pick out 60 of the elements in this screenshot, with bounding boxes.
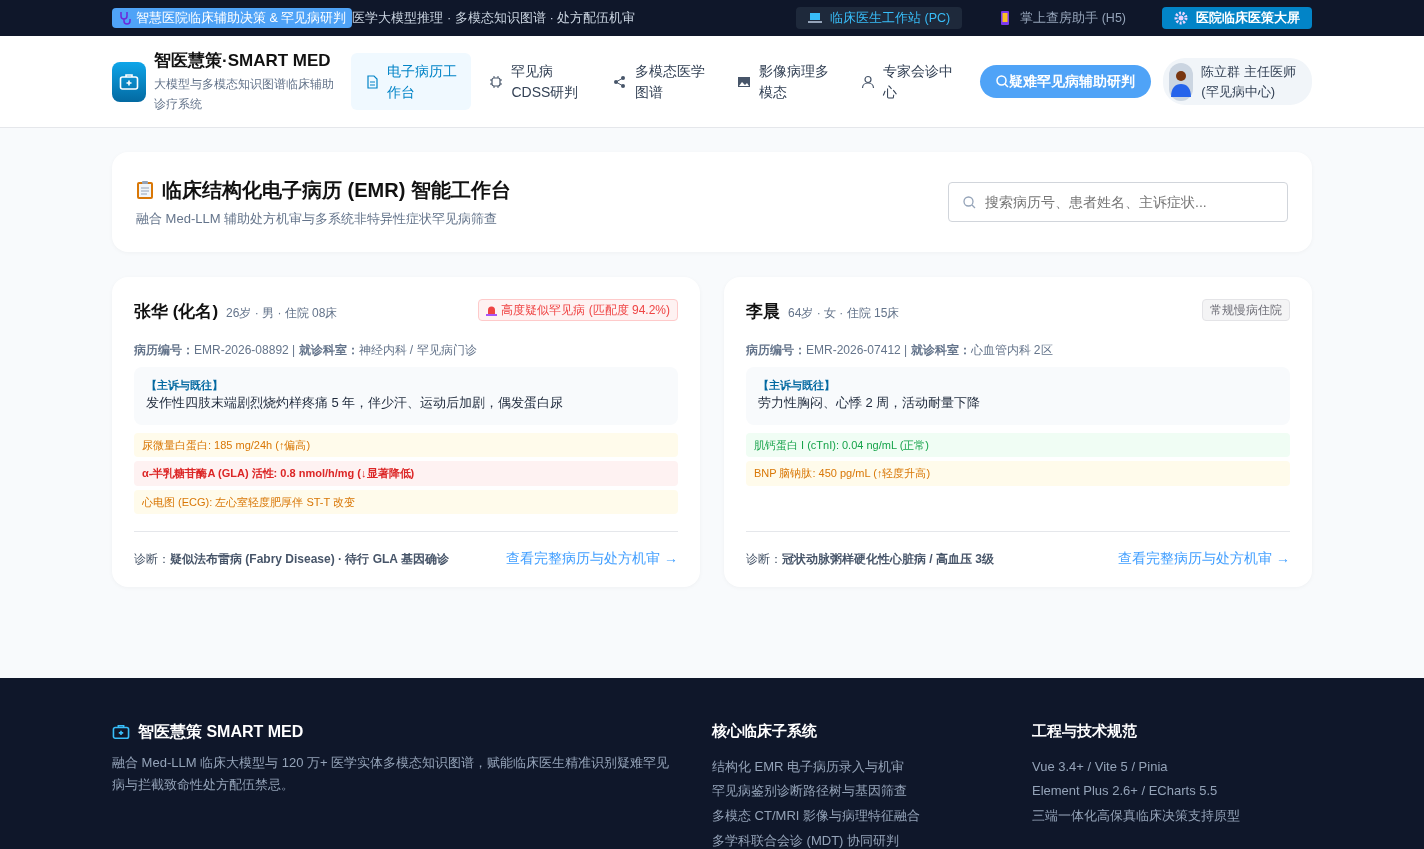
search-field[interactable]: 搜索病历号、患者姓名、主诉症状... xyxy=(948,182,1288,222)
footer-description: 融合 Med-LLM 临床大模型与 120 万+ 医学实体多模态知识图谱，赋能临床医生精准识别疑难罕见病与拦截致命性处方配伍禁忌。 xyxy=(112,754,671,795)
alarm-light-icon xyxy=(486,304,498,316)
user-profile[interactable]: 陈立群 主任医师 (罕见病中心) xyxy=(1163,58,1312,105)
lab-result: BNP 脑钠肽: 450 pg/mL (↑轻度升高) xyxy=(746,461,1290,486)
footer-heading: 核心临床子系统 xyxy=(712,721,818,741)
footer-item: 多模态 CT/MRI 影像与病理特征融合 xyxy=(712,808,921,826)
user-icon xyxy=(861,74,876,89)
platform-link[interactable]: 临床医生工作站 (PC) xyxy=(796,6,963,30)
patient-info: 26岁 · 男 · 住院 08床 xyxy=(226,305,338,322)
system-tag: 智慧医院临床辅助决策 & 罕见病研判 xyxy=(112,7,353,29)
avatar xyxy=(1169,62,1194,101)
page-title: 临床结构化电子病历 (EMR) 智能工作台 xyxy=(162,178,511,204)
nav-tab[interactable]: 专家会诊中心 xyxy=(847,53,968,110)
brand-subtitle: 大模型与多模态知识图谱临床辅助诊疗系统 xyxy=(154,75,335,114)
platform-link[interactable]: 医院临床医策大屏 xyxy=(1162,6,1312,30)
medical-kit-icon xyxy=(112,724,130,740)
medical-kit-icon xyxy=(112,61,146,102)
nav-tab[interactable]: 多模态医学图谱 xyxy=(599,53,720,110)
complaint-label: 【主诉与既往】 xyxy=(758,377,836,393)
complaint-text: 劳力性胸闷、心悸 2 周，活动耐量下降 xyxy=(758,394,982,412)
share-icon xyxy=(613,74,628,89)
footer-brand: 智医慧策 SMART MED xyxy=(138,722,304,742)
nav-tab[interactable]: 电子病历工作台 xyxy=(351,53,472,110)
platform-link[interactable]: 掌上查房助手 (H5) xyxy=(986,6,1138,30)
gear-icon xyxy=(1174,11,1188,25)
lab-result: 尿微量白蛋白: 185 mg/24h (↑偏高) xyxy=(134,432,678,457)
clipboard-icon xyxy=(136,180,154,201)
patient-name: 李晨 xyxy=(746,301,780,323)
stethoscope-icon xyxy=(118,11,132,25)
footer-item: 结构化 EMR 电子病历录入与机审 xyxy=(712,758,906,776)
nav-tab[interactable]: 罕见病CDSS研判 xyxy=(475,53,596,110)
brand-name: 智医慧策·SMART MED xyxy=(154,50,332,73)
lab-result: 心电图 (ECG): 左心室轻度肥厚伴 ST-T 改变 xyxy=(134,489,678,514)
lab-result: α-半乳糖苷酶A (GLA) 活性: 0.8 nmol/h/mg (↓显著降低) xyxy=(134,461,678,486)
status-tag: 高度疑似罕见病 (匹配度 94.2%) xyxy=(478,299,678,321)
record-info: 病历编号：EMR-2026-08892 | 就诊科室：神经内科 / 罕见病门诊 xyxy=(134,341,478,359)
footer-heading: 工程与技术规范 xyxy=(1032,721,1138,741)
laptop-icon xyxy=(808,11,823,25)
patient-info: 64岁 · 女 · 住院 15床 xyxy=(788,305,900,322)
complaint-text: 发作性四肢末端剧烈烧灼样疼痛 5 年，伴少汗、运动后加剧，偶发蛋白尿 xyxy=(146,394,565,412)
diagnosis-text: 诊断：冠状动脉粥样硬化性心脏病 / 高血压 3级 xyxy=(746,550,994,568)
lab-result: 肌钙蛋白 I (cTnI): 0.04 ng/mL (正常) xyxy=(746,432,1290,457)
status-tag: 常规慢病住院 xyxy=(1202,299,1290,321)
patient-name: 张华 (化名) xyxy=(134,301,219,323)
nav-tab[interactable]: 影像病理多模态 xyxy=(723,53,844,110)
footer-item: Vue 3.4+ / Vite 5 / Pinia xyxy=(1032,758,1169,776)
tagline: 医学大模型推理 · 多模态知识图谱 · 处方配伍机审 xyxy=(352,9,636,28)
diagnosis-text: 诊断：疑似法布雷病 (Fabry Disease) · 待行 GLA 基因确诊 xyxy=(134,550,449,568)
chip-icon xyxy=(489,74,504,89)
footer-item: Element Plus 2.6+ / ECharts 5.5 xyxy=(1032,783,1219,801)
document-icon xyxy=(365,74,380,89)
page-subtitle: 融合 Med-LLM 辅助处方机审与多系统非特异性症状罕见病筛查 xyxy=(136,210,499,229)
complaint-label: 【主诉与既往】 xyxy=(146,377,224,393)
footer-item: 罕见病鉴别诊断路径树与基因筛查 xyxy=(712,783,908,801)
search-icon xyxy=(995,75,1009,88)
record-info: 病历编号：EMR-2026-07412 | 就诊科室：心血管内科 2区 xyxy=(746,341,1054,359)
image-icon xyxy=(737,74,752,89)
footer-item: 多学科联合会诊 (MDT) 协同研判 xyxy=(712,833,901,849)
footer-item: 三端一体化高保真临床决策支持原型 xyxy=(1032,808,1241,826)
